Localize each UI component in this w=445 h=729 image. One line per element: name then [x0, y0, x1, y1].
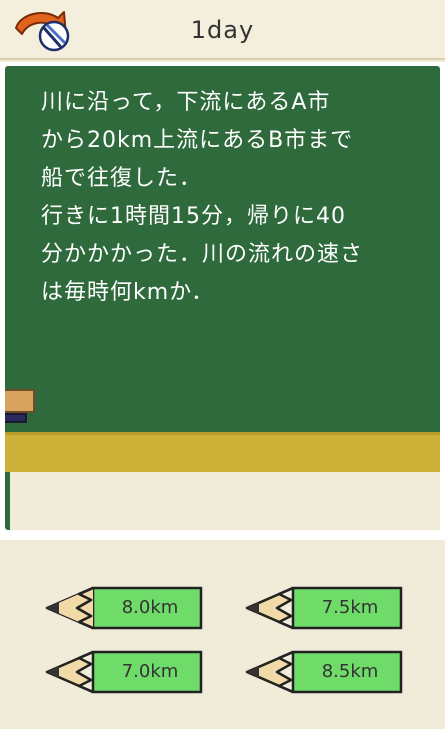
page-title: 1day [190, 16, 255, 44]
board-footer [10, 472, 440, 530]
answer-option-2[interactable]: 7.5km [243, 584, 405, 632]
answer-label: 7.0km [121, 661, 179, 682]
divider [0, 530, 445, 540]
question-text: 川に沿って，下流にあるA市 から20km上流にあるB市まで 船で往復した． 行き… [41, 90, 364, 305]
chalk-tray-edge [5, 432, 440, 435]
answer-label: 7.5km [321, 597, 379, 618]
answer-label: 8.5km [321, 661, 379, 682]
eraser-icon [5, 389, 35, 423]
question-panel: 川に沿って，下流にあるA市 から20km上流にあるB市まで 船で往復した． 行き… [0, 62, 445, 530]
answer-option-1[interactable]: 8.0km [43, 584, 205, 632]
answer-option-4[interactable]: 8.5km [243, 648, 405, 696]
answer-panel: 8.0km 7.5km 7.0km 8.5km [5, 540, 440, 729]
answer-option-3[interactable]: 7.0km [43, 648, 205, 696]
header-bar: 1day [0, 0, 445, 60]
answer-label: 8.0km [121, 597, 179, 618]
chalk-tray [5, 432, 440, 472]
chalkboard: 川に沿って，下流にあるA市 から20km上流にあるB市まで 船で往復した． 行き… [5, 66, 440, 530]
